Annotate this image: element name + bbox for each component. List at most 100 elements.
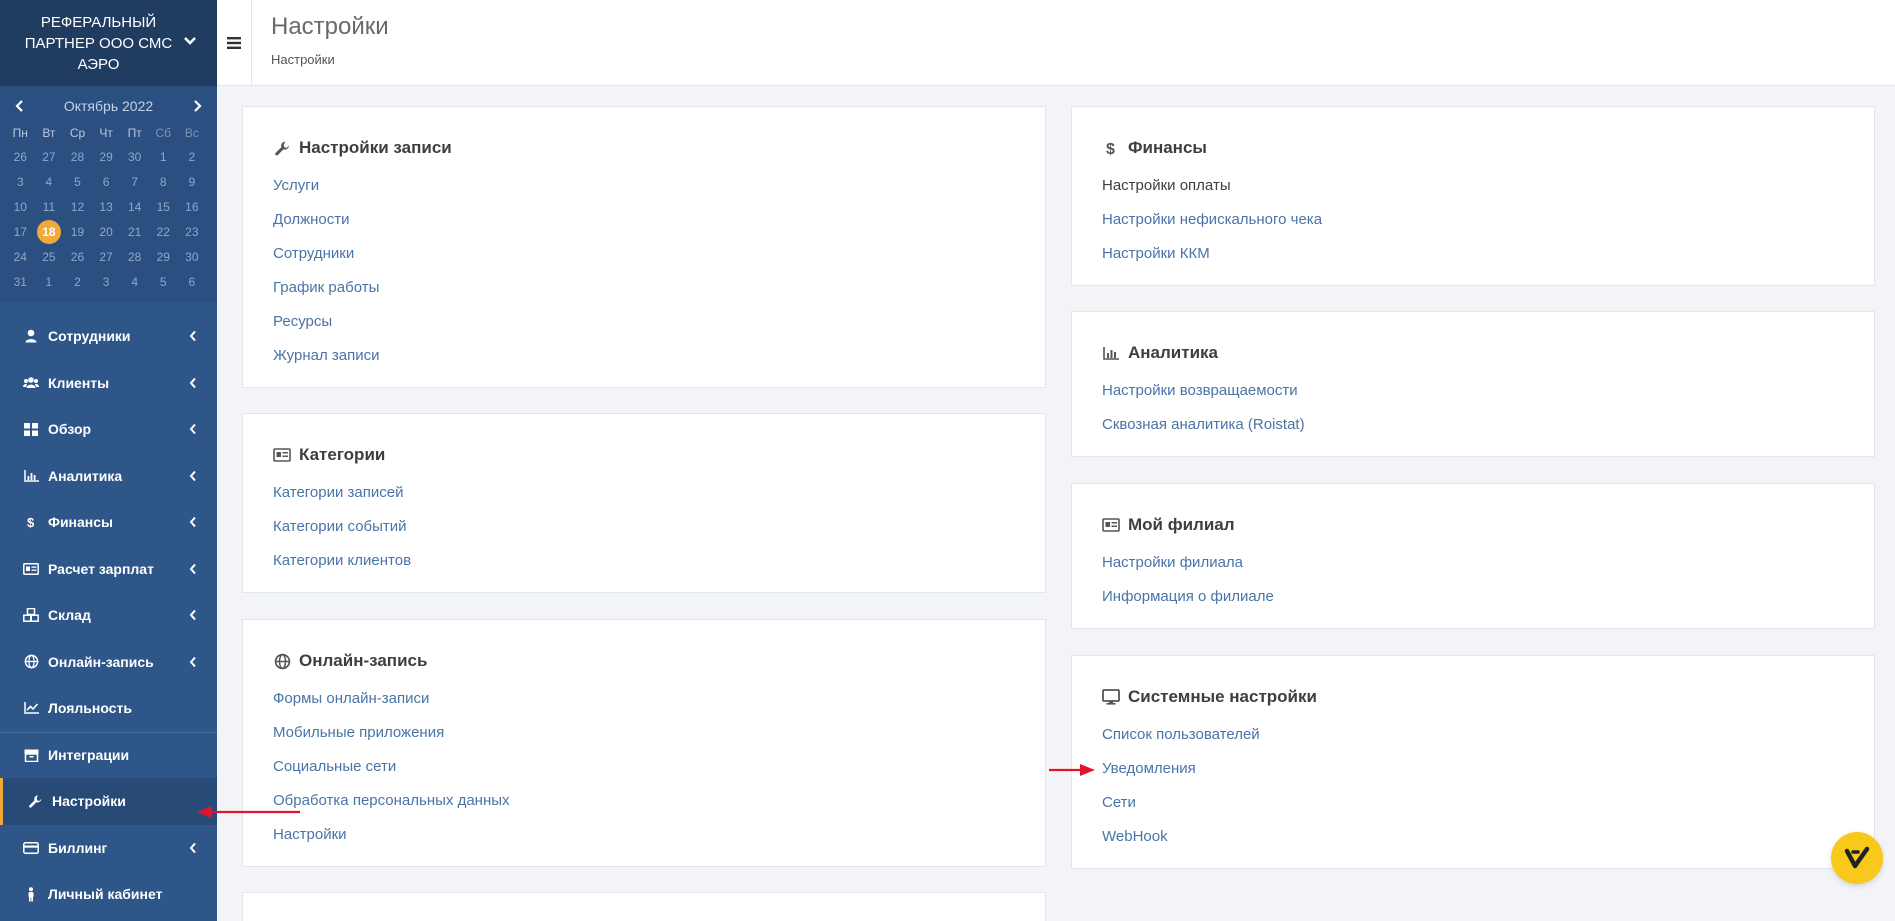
help-chat-button[interactable] [1831, 832, 1883, 884]
sidebar-item-settings[interactable]: Настройки [0, 778, 217, 825]
sidebar-item-label: Склад [48, 607, 91, 624]
settings-link[interactable]: Должности [273, 203, 1045, 237]
calendar-day[interactable]: 23 [178, 219, 207, 244]
calendar-day[interactable]: 7 [120, 169, 149, 194]
calendar-day[interactable]: 5 [63, 169, 92, 194]
calendar-day[interactable]: 2 [63, 269, 92, 294]
calendar-day[interactable]: 26 [6, 144, 35, 169]
chevron-right-icon[interactable] [191, 99, 203, 113]
settings-link[interactable]: Обработка персональных данных [273, 784, 1045, 818]
settings-link[interactable]: Информация о филиале [1102, 580, 1874, 614]
settings-link[interactable]: Услуги [273, 169, 1045, 203]
calendar-day[interactable]: 4 [35, 169, 64, 194]
sidebar-item-integrations[interactable]: Интеграции [0, 731, 217, 779]
calendar-day[interactable]: 22 [149, 219, 178, 244]
sidebar-item-account[interactable]: Личный кабинет [0, 871, 217, 918]
calendar-day[interactable]: 9 [178, 169, 207, 194]
company-switcher[interactable]: РЕФЕРАЛЬНЫЙ ПАРТНЕР ООО СМС АЭРО [0, 0, 217, 86]
sidebar-item-warehouse[interactable]: Склад [0, 592, 217, 639]
calendar-grid: Пн Вт Ср Чт Пт Сб Вс 26 27 28 29 30 1 2 3 4 5 6 7 8 9 10 11 12 1… [0, 122, 217, 294]
calendar-day[interactable]: 29 [149, 244, 178, 269]
sidebar-item-online-booking[interactable]: Онлайн-запись [0, 639, 217, 686]
globe-icon [23, 654, 39, 670]
settings-link[interactable]: Формы онлайн-записи [273, 682, 1045, 716]
settings-link[interactable]: Настройки оплаты [1102, 169, 1874, 203]
calendar-day-today[interactable]: 18 [35, 219, 64, 244]
calendar-day[interactable]: 1 [149, 144, 178, 169]
calendar-day[interactable]: 28 [63, 144, 92, 169]
calendar-day[interactable]: 8 [149, 169, 178, 194]
settings-link[interactable]: Сквозная аналитика (Roistat) [1102, 408, 1874, 442]
calendar-day[interactable]: 15 [149, 194, 178, 219]
calendar-day[interactable]: 17 [6, 219, 35, 244]
monitor-icon [1102, 688, 1120, 706]
settings-link[interactable]: Уведомления [1102, 752, 1874, 786]
calendar-day[interactable]: 24 [6, 244, 35, 269]
settings-link[interactable]: График работы [273, 271, 1045, 305]
calendar-day[interactable]: 29 [92, 144, 121, 169]
calendar-day[interactable]: 28 [120, 244, 149, 269]
calendar-day[interactable]: 6 [92, 169, 121, 194]
calendar-day[interactable]: 2 [178, 144, 207, 169]
sidebar-item-billing[interactable]: Биллинг [0, 825, 217, 872]
sidebar-item-employees[interactable]: Сотрудники [0, 313, 217, 360]
card-branch: Мой филиал Настройки филиала Информация о… [1071, 483, 1875, 629]
sidebar-item-payroll[interactable]: Расчет зарплат [0, 546, 217, 593]
page-scrollbar[interactable] [1885, 86, 1895, 921]
calendar-day[interactable]: 11 [35, 194, 64, 219]
sidebar-item-overview[interactable]: Обзор [0, 406, 217, 453]
settings-link[interactable]: Журнал записи [273, 339, 1045, 373]
calendar-day[interactable]: 27 [35, 144, 64, 169]
settings-link[interactable]: Настройки [273, 818, 1045, 852]
calendar-day[interactable]: 31 [6, 269, 35, 294]
calendar-day[interactable]: 14 [120, 194, 149, 219]
calendar-day[interactable]: 6 [178, 269, 207, 294]
settings-link[interactable]: Настройки ККМ [1102, 237, 1874, 271]
chevron-left-icon[interactable] [14, 99, 26, 113]
calendar-day[interactable]: 1 [35, 269, 64, 294]
settings-link[interactable]: WebHook [1102, 820, 1874, 854]
settings-link[interactable]: Мобильные приложения [273, 716, 1045, 750]
settings-link[interactable]: Категории записей [273, 476, 1045, 510]
calendar-day[interactable]: 3 [92, 269, 121, 294]
sidebar-item-analytics[interactable]: Аналитика [0, 453, 217, 500]
calendar-day[interactable]: 4 [120, 269, 149, 294]
calendar-day[interactable]: 12 [63, 194, 92, 219]
calendar-day[interactable]: 3 [6, 169, 35, 194]
settings-link[interactable]: Настройки филиала [1102, 546, 1874, 580]
menu-toggle-button[interactable] [217, 0, 252, 86]
settings-link[interactable]: Ресурсы [273, 305, 1045, 339]
card-analytics: Аналитика Настройки возвращаемости Сквозн… [1071, 311, 1875, 457]
breadcrumb[interactable]: Настройки [271, 52, 335, 67]
settings-link[interactable]: Настройки возвращаемости [1102, 374, 1874, 408]
settings-link[interactable]: Сотрудники [273, 237, 1045, 271]
sidebar-item-label: Онлайн-запись [48, 653, 154, 670]
calendar-day[interactable]: 25 [35, 244, 64, 269]
calendar-day[interactable]: 5 [149, 269, 178, 294]
settings-link[interactable]: Социальные сети [273, 750, 1045, 784]
sidebar-item-label: Личный кабинет [48, 886, 163, 903]
calendar-day[interactable]: 26 [63, 244, 92, 269]
calendar-day[interactable]: 10 [6, 194, 35, 219]
calendar-day[interactable]: 30 [178, 244, 207, 269]
sidebar-item-finance[interactable]: $ Финансы [0, 499, 217, 546]
calendar-day[interactable]: 27 [92, 244, 121, 269]
calendar-day[interactable]: 13 [92, 194, 121, 219]
settings-link[interactable]: Категории событий [273, 510, 1045, 544]
settings-link[interactable]: Список пользователей [1102, 718, 1874, 752]
card-partial [242, 892, 1046, 921]
calendar-day[interactable]: 20 [92, 219, 121, 244]
card-finance: $ Финансы Настройки оплаты Настройки нефи… [1071, 106, 1875, 286]
sidebar-item-loyalty[interactable]: Лояльность [0, 685, 217, 732]
calendar-day[interactable]: 16 [178, 194, 207, 219]
settings-link[interactable]: Сети [1102, 786, 1874, 820]
sidebar-item-clients[interactable]: Клиенты [0, 360, 217, 407]
calendar-day[interactable]: 21 [120, 219, 149, 244]
chevron-down-icon [184, 37, 196, 45]
settings-link[interactable]: Категории клиентов [273, 544, 1045, 578]
calendar-day[interactable]: 30 [120, 144, 149, 169]
sidebar-item-label: Лояльность [48, 700, 132, 717]
settings-link[interactable]: Настройки нефискального чека [1102, 203, 1874, 237]
calendar-day[interactable]: 19 [63, 219, 92, 244]
archive-icon [23, 747, 39, 763]
